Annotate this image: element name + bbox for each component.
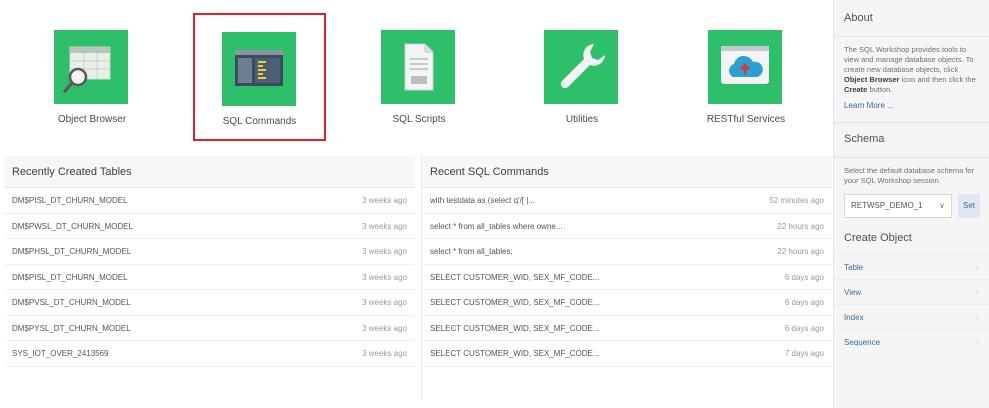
created-time: 3 weeks ago [362, 247, 407, 256]
create-item-label: Index [844, 313, 864, 322]
sql-text: SELECT CUSTOMER_WID, SEX_MF_CODE... [430, 272, 600, 282]
table-row[interactable]: DM$PWSL_DT_CHURN_MODEL 3 weeks ago [4, 214, 415, 239]
about-title: About [844, 12, 873, 24]
run-time: 6 days ago [784, 323, 824, 333]
recent-tables-title: Recently Created Tables [4, 156, 415, 188]
create-item-label: View [844, 288, 862, 297]
chevron-right-icon: › [976, 262, 979, 272]
sql-row[interactable]: select * from all_tables where owne... 22… [422, 214, 832, 239]
wrench-icon [544, 30, 618, 104]
sql-text: select * from all_tables where owne... [430, 221, 563, 231]
table-row[interactable]: DM$PISL_DT_CHURN_MODEL 3 weeks ago [4, 188, 415, 214]
run-time: 6 days ago [784, 298, 824, 307]
recent-sql-title: Recent SQL Commands [422, 156, 832, 188]
table-row[interactable]: DM$PISL_DT_CHURN_MODEL 3 weeks ago [4, 265, 415, 290]
divider [834, 36, 989, 37]
created-time: 3 weeks ago [362, 349, 407, 358]
tile-utilities[interactable]: Utilities [516, 10, 648, 140]
table-name: DM$PHSL_DT_CHURN_MODEL [12, 247, 132, 256]
divider [834, 157, 989, 158]
tile-sql-scripts[interactable]: SQL Scripts [353, 10, 485, 140]
created-time: 3 weeks ago [362, 221, 407, 231]
sql-scripts-icon [381, 30, 455, 104]
chevron-right-icon: › [976, 337, 979, 347]
run-time: 6 days ago [784, 272, 824, 282]
created-time: 3 weeks ago [362, 196, 407, 205]
set-button[interactable]: Set [958, 194, 980, 218]
tile-sql-commands[interactable]: SQL Commands [193, 13, 326, 141]
about-text-part: button. [867, 85, 893, 94]
schema-text: Select the default database schema for y… [844, 166, 975, 185]
table-name: DM$PVSL_DT_CHURN_MODEL [12, 298, 131, 307]
created-time: 3 weeks ago [362, 272, 407, 282]
run-time: 7 days ago [784, 349, 824, 358]
sql-text: with testdata as (select q'/[ |... [430, 196, 535, 205]
tile-label: Utilities [565, 114, 599, 125]
recent-sql-panel: Recent SQL Commands with testdata as (se… [421, 156, 832, 400]
create-item-label: Table [844, 263, 864, 272]
create-item-label: Sequence [844, 338, 881, 347]
table-name: DM$PWSL_DT_CHURN_MODEL [12, 221, 133, 231]
tile-label: SQL Commands [222, 116, 297, 127]
sql-row[interactable]: with testdata as (select q'/[ |... 52 min… [422, 188, 832, 214]
about-bold-object-browser: Object Browser [844, 75, 900, 84]
schema-select[interactable]: RETWSP_DEMO_1 ∨ [844, 194, 952, 218]
recent-tables-panel: Recently Created Tables DM$PISL_DT_CHURN… [4, 156, 415, 400]
sql-text: SELECT CUSTOMER_WID, SEX_MF_CODE... [430, 349, 600, 358]
about-text-part: The SQL Workshop provides tools to view … [844, 45, 974, 74]
learn-more-link[interactable]: Learn More ... [834, 95, 989, 110]
table-row[interactable]: DM$PYSL_DT_CHURN_MODEL 3 weeks ago [4, 316, 415, 341]
sql-row[interactable]: select * from all_tables; 22 hours ago [422, 239, 832, 265]
schema-title: Schema [844, 133, 885, 145]
tile-label: SQL Scripts [392, 114, 446, 125]
chevron-down-icon: ∨ [939, 201, 945, 210]
create-item-index[interactable]: Index › [834, 304, 989, 329]
schema-row: RETWSP_DEMO_1 ∨ Set [844, 194, 980, 220]
tile-restful-services[interactable]: RESTful Services [680, 10, 812, 140]
about-bold-create: Create [844, 85, 868, 94]
table-name: DM$PYSL_DT_CHURN_MODEL [12, 323, 131, 333]
created-time: 3 weeks ago [362, 323, 407, 333]
created-time: 3 weeks ago [362, 298, 407, 307]
sql-text: SELECT CUSTOMER_WID, SEX_MF_CODE... [430, 323, 600, 333]
chevron-right-icon: › [976, 287, 979, 297]
table-name: DM$PISL_DT_CHURN_MODEL [12, 196, 128, 205]
create-object-title: Create Object [844, 232, 912, 244]
sql-row[interactable]: SELECT CUSTOMER_WID, SEX_MF_CODE... 6 day… [422, 265, 832, 290]
run-time: 52 minutes ago [769, 196, 824, 205]
cloud-upload-icon [708, 30, 782, 104]
about-text-part: icon and then click the [899, 75, 976, 84]
table-name: SYS_IOT_OVER_2413569 [12, 349, 109, 358]
right-sidebar: About The SQL Workshop provides tools to… [833, 0, 989, 408]
run-time: 22 hours ago [777, 247, 824, 256]
table-row[interactable]: DM$PVSL_DT_CHURN_MODEL 3 weeks ago [4, 290, 415, 316]
create-object-list: Table › View › Index › Sequence › [834, 254, 989, 354]
sql-text: select * from all_tables; [430, 247, 513, 256]
create-item-view[interactable]: View › [834, 279, 989, 304]
table-row[interactable]: DM$PHSL_DT_CHURN_MODEL 3 weeks ago [4, 239, 415, 265]
sql-commands-icon [222, 32, 296, 106]
tile-object-browser[interactable]: Object Browser [26, 10, 158, 140]
object-browser-icon [54, 30, 128, 104]
sql-row[interactable]: SELECT CUSTOMER_WID, SEX_MF_CODE... 7 day… [422, 341, 832, 367]
schema-value: RETWSP_DEMO_1 [851, 201, 923, 210]
table-name: DM$PISL_DT_CHURN_MODEL [12, 272, 128, 282]
tile-label: RESTful Services [706, 114, 786, 125]
create-item-sequence[interactable]: Sequence › [834, 329, 989, 354]
run-time: 22 hours ago [777, 221, 824, 231]
table-row[interactable]: SYS_IOT_OVER_2413569 3 weeks ago [4, 341, 415, 367]
tool-tiles: Object Browser SQL Commands SQL Scripts … [0, 0, 833, 150]
sql-workshop-page: Object Browser SQL Commands SQL Scripts … [0, 0, 989, 408]
tile-label: Object Browser [57, 114, 127, 125]
create-item-table[interactable]: Table › [834, 254, 989, 279]
sql-row[interactable]: SELECT CUSTOMER_WID, SEX_MF_CODE... 6 day… [422, 316, 832, 341]
sql-row[interactable]: SELECT CUSTOMER_WID, SEX_MF_CODE... 6 day… [422, 290, 832, 316]
sql-text: SELECT CUSTOMER_WID, SEX_MF_CODE... [430, 298, 600, 307]
about-text: The SQL Workshop provides tools to view … [834, 45, 989, 95]
chevron-right-icon: › [976, 312, 979, 322]
